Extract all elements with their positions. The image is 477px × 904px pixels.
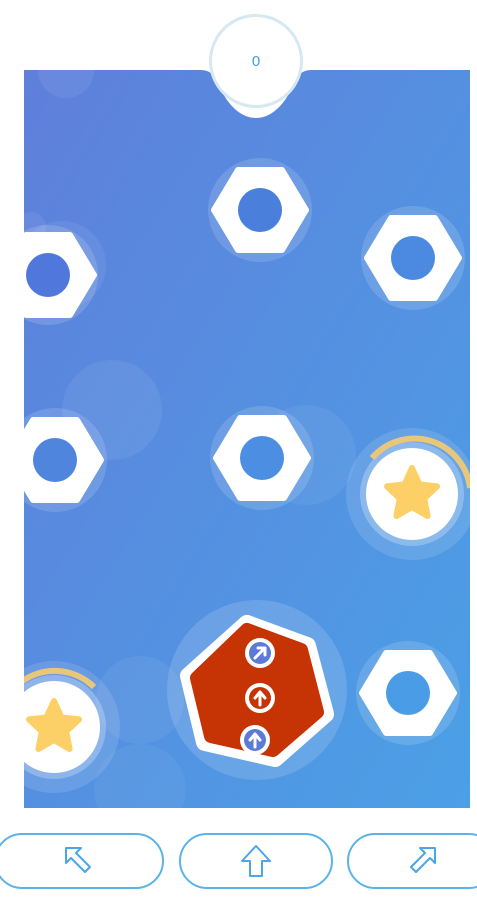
- arrow-up-left-icon: [65, 847, 91, 873]
- arrow-up-icon: [240, 725, 270, 755]
- move-up-button[interactable]: [179, 833, 333, 889]
- arrow-up-right-icon: [410, 847, 436, 873]
- right-margin: [470, 60, 477, 820]
- move-up-right-button[interactable]: [347, 833, 477, 889]
- nut-top-right[interactable]: [361, 206, 465, 310]
- arrow-up-right-icon: [245, 638, 275, 668]
- star-bonus-right[interactable]: [346, 428, 477, 560]
- score-badge: 0: [209, 14, 303, 108]
- nut-bottom-right[interactable]: [356, 641, 460, 745]
- player-hexagon[interactable]: [167, 600, 347, 780]
- nut-top-center[interactable]: [208, 158, 312, 262]
- left-margin: [0, 60, 24, 820]
- nut-mid-center[interactable]: [210, 406, 314, 510]
- arrow-up-icon: [241, 845, 271, 877]
- move-up-left-button[interactable]: [0, 833, 164, 889]
- score-value: 0: [251, 52, 261, 70]
- arrow-up-icon: [245, 683, 275, 713]
- game-screen: 0: [0, 0, 477, 904]
- move-queue: [240, 638, 275, 755]
- game-board: [0, 42, 477, 836]
